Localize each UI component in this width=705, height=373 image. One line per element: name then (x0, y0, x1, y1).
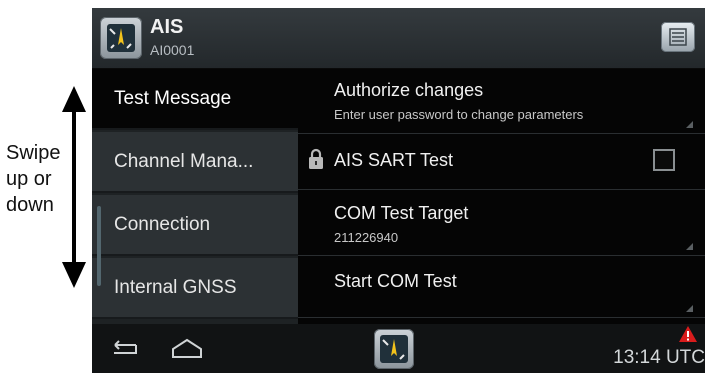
expand-corner-icon (686, 243, 693, 250)
ais-sart-test-title: AIS SART Test (334, 150, 454, 170)
ais-sart-test-checkbox[interactable] (653, 149, 675, 171)
com-test-target-title: COM Test Target (334, 203, 469, 223)
nav-item-label: Test Message (114, 87, 232, 109)
nav-item-channel-management[interactable]: Channel Mana... (92, 132, 298, 193)
settings-nav: Test Message Channel Mana... Connection … (92, 69, 298, 324)
swipe-annotation: Swipe up or down (0, 0, 96, 373)
ais-sart-test-row[interactable]: AIS SART Test (298, 134, 705, 190)
ais-compass-icon[interactable] (100, 17, 142, 59)
settings-list: Authorize changes Enter user password to… (298, 69, 705, 324)
app-subtitle: AI0001 (150, 42, 195, 58)
expand-corner-icon (686, 121, 693, 128)
expand-corner-icon (686, 305, 693, 312)
nav-item-internal-gnss[interactable]: Internal GNSS (92, 258, 298, 319)
nav-item-label: Connection (114, 213, 211, 235)
device-screen: AIS AI0001 Test Message Channel Mana... … (92, 8, 705, 373)
authorize-changes-subtitle: Enter user password to change parameters (334, 107, 584, 122)
nav-item-test-message[interactable]: Test Message (92, 69, 298, 130)
start-com-test-title: Start COM Test (334, 271, 457, 291)
app-title: AIS (150, 16, 184, 38)
authorize-changes-title: Authorize changes (334, 80, 484, 100)
nav-item-connection[interactable]: Connection (92, 195, 298, 256)
system-bar: 13:14 UTC (92, 324, 705, 373)
ais-app-icon[interactable] (374, 329, 414, 369)
start-com-test-row[interactable]: Start COM Test (298, 256, 705, 318)
status-clock: 13:14 UTC (613, 347, 705, 368)
nav-item-label: Channel Mana... (114, 150, 254, 172)
lock-icon (309, 148, 323, 169)
authorize-changes-row[interactable]: Authorize changes Enter user password to… (298, 69, 705, 134)
warning-triangle-icon[interactable] (679, 326, 697, 342)
up-down-arrow-icon (62, 86, 86, 288)
nav-scrollbar[interactable] (97, 206, 101, 286)
title-bar: AIS AI0001 (92, 8, 705, 69)
com-test-target-row[interactable]: COM Test Target 211226940 (298, 190, 705, 256)
back-icon[interactable] (106, 339, 140, 359)
home-icon[interactable] (170, 337, 204, 359)
nav-item-label: Internal GNSS (114, 276, 237, 298)
menu-list-icon[interactable] (661, 22, 695, 52)
com-test-target-value: 211226940 (334, 230, 399, 245)
